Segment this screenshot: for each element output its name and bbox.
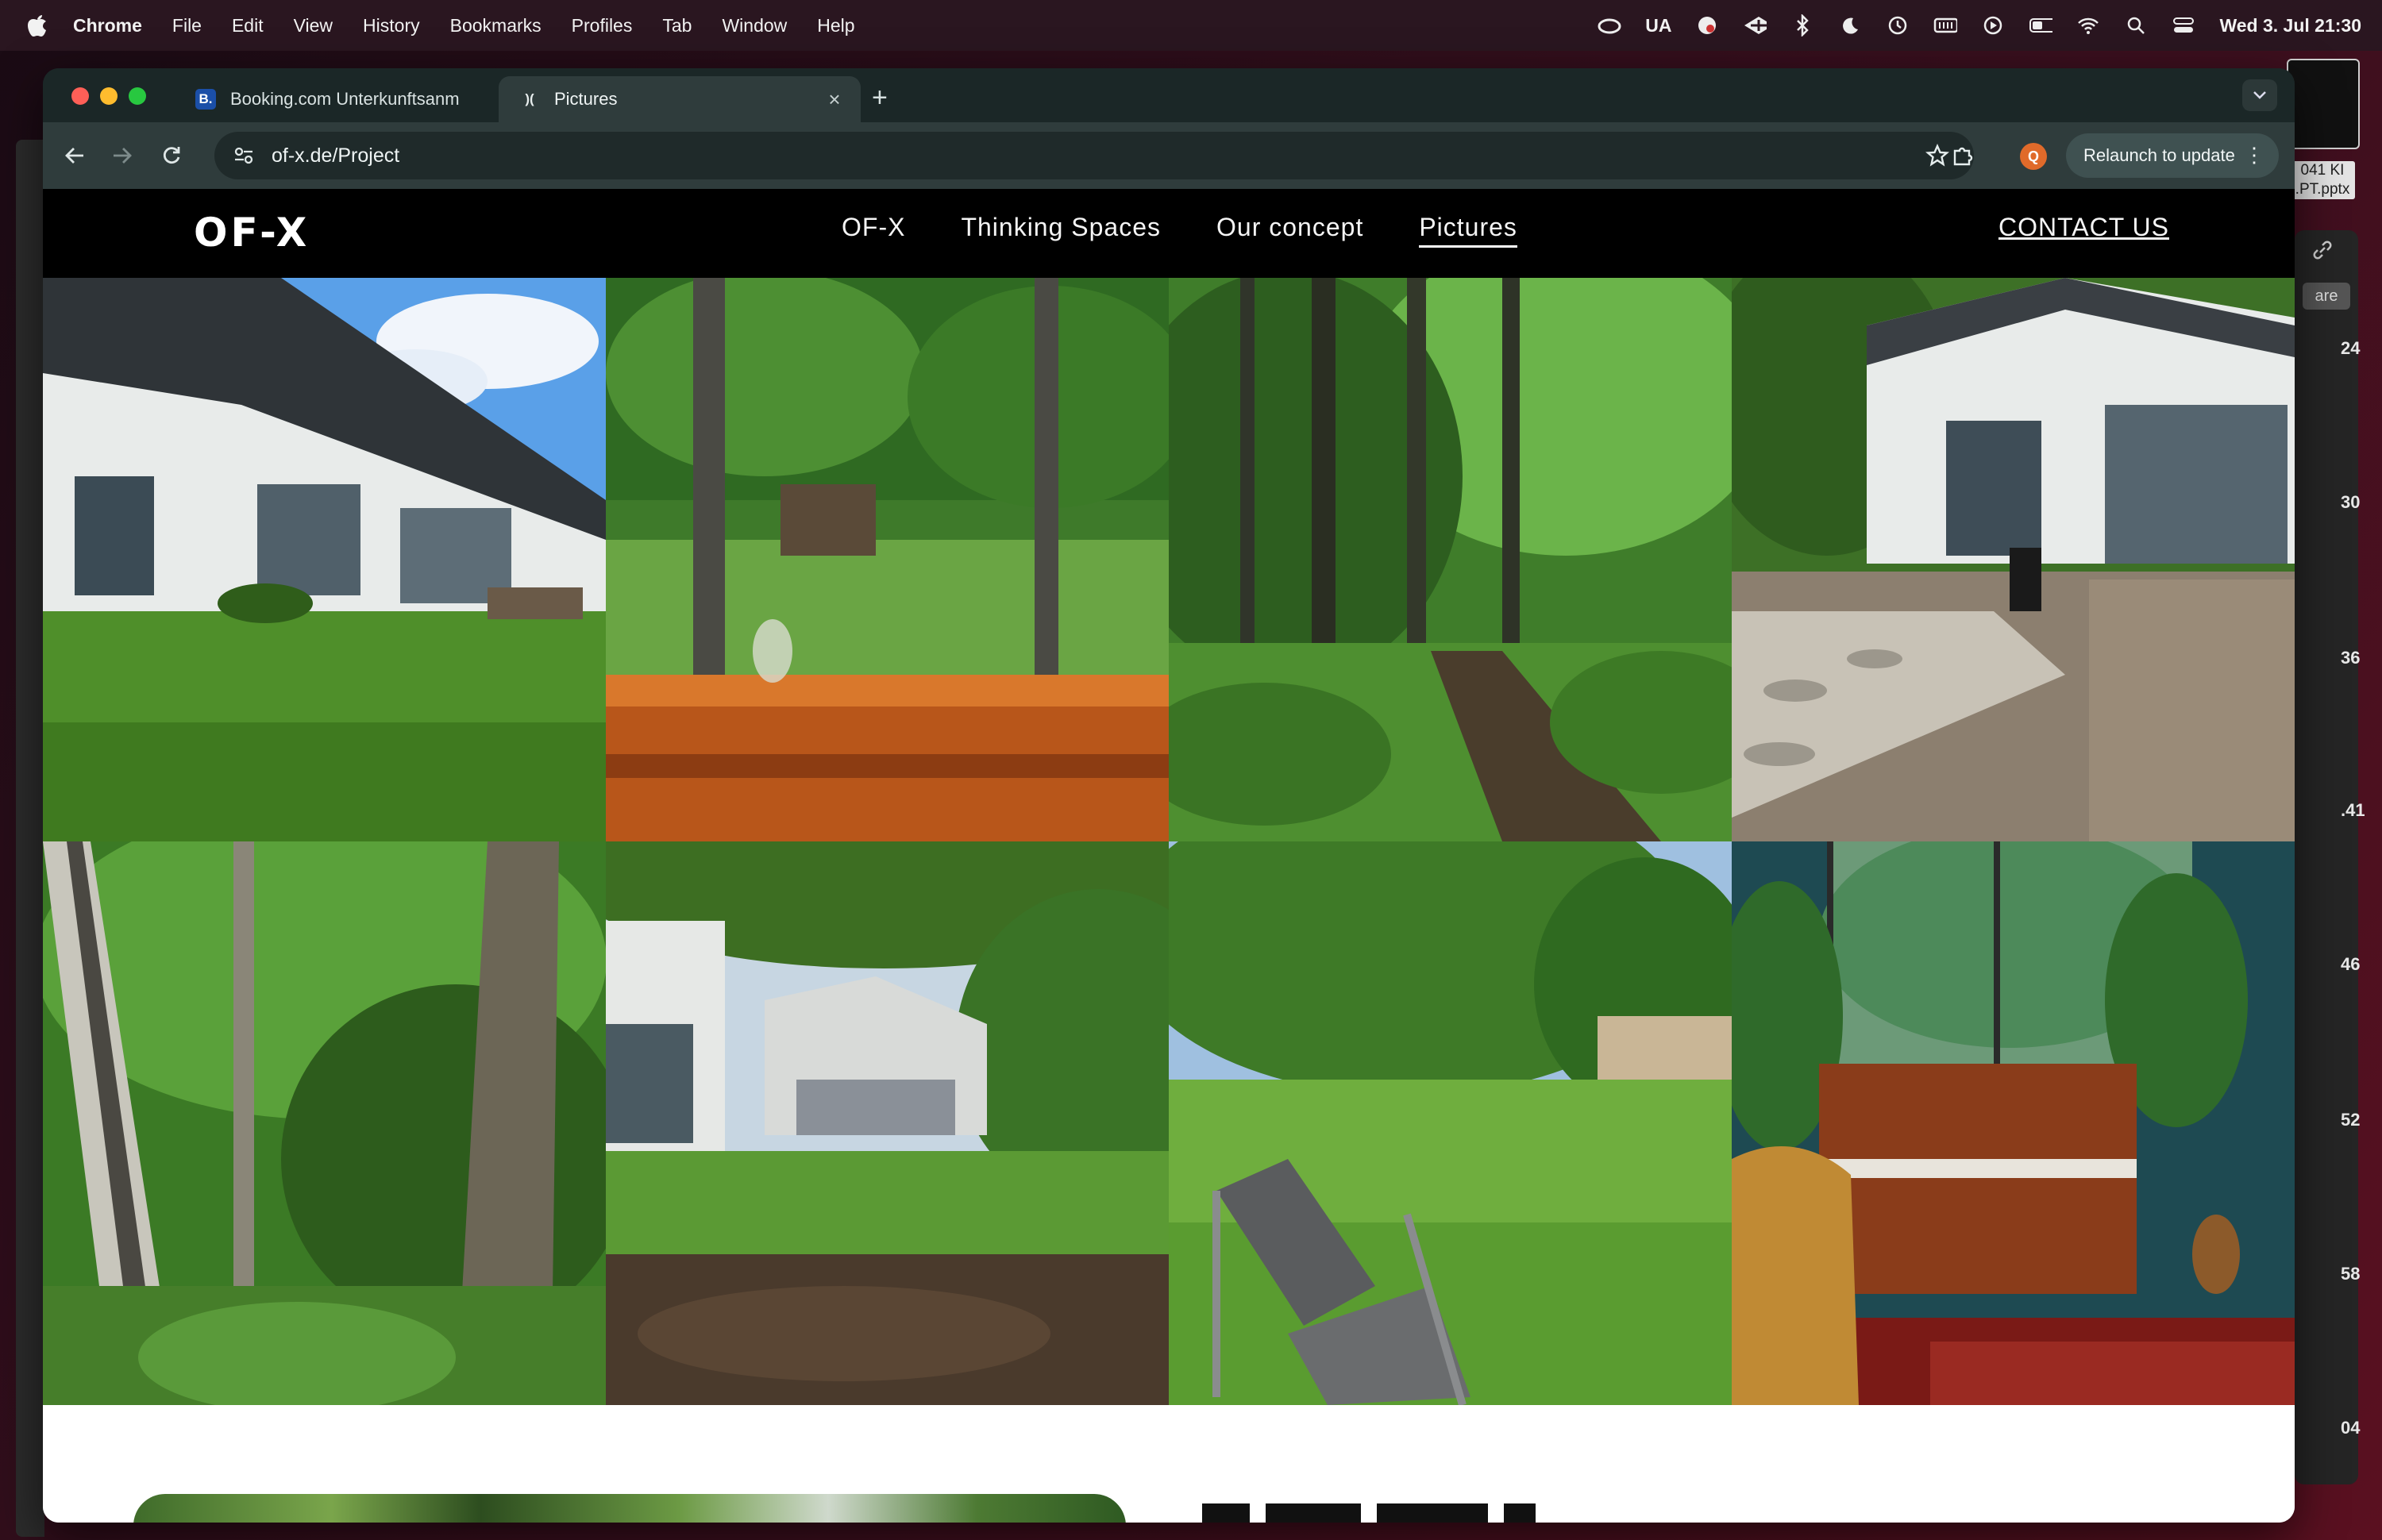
main-navigation: OF-X Thinking Spaces Our concept Picture… [842,213,1517,248]
new-tab-button[interactable]: + [872,83,888,114]
photo-gallery [43,278,2295,1405]
creative-cloud-icon[interactable] [1598,15,1621,36]
reload-icon [163,147,180,164]
close-window-button[interactable] [71,87,89,105]
web-page: OF-X OF-X Thinking Spaces Our concept Pi… [43,189,2295,1523]
site-info-icon[interactable] [232,144,256,167]
chevron-down-icon [2253,91,2266,99]
maximize-window-button[interactable] [129,87,146,105]
time-machine-icon[interactable] [1886,15,1910,36]
network-diamond-icon[interactable] [1743,15,1767,36]
file-label-line-1: 041 KI [2300,162,2345,179]
side-number: 58 [2341,1264,2361,1284]
menu-file[interactable]: File [172,15,202,37]
relaunch-to-update-button[interactable]: Relaunch to update ⋮ [2066,133,2279,178]
more-vert-icon[interactable]: ⋮ [2244,144,2264,165]
apple-icon[interactable] [25,13,49,37]
tab-booking[interactable]: B. Booking.com Unterkunftsanm × [175,76,532,122]
share-button[interactable]: are [2303,283,2350,310]
gallery-photo-lawn-swing[interactable] [1169,841,1732,1405]
menu-window[interactable]: Window [722,15,787,37]
gallery-photo-forest-path[interactable] [1169,278,1732,841]
browser-toolbar: of-x.de/Project Q Relaunch to update ⋮ [43,122,2295,189]
menu-app-name[interactable]: Chrome [73,15,142,37]
side-number: 24 [2341,338,2361,358]
extensions-puzzle-icon[interactable] [1947,140,1979,171]
desktop-file-thumbnail[interactable] [2287,59,2360,149]
background-app-strip: are 24 30 36 .41 46 52 58 04 [2295,230,2365,1484]
site-header: OF-X OF-X Thinking Spaces Our concept Pi… [43,189,2295,278]
nav-ofx[interactable]: OF-X [842,213,905,248]
menu-edit[interactable]: Edit [232,15,264,37]
tab-title: Booking.com Unterkunftsanm [230,89,460,109]
tab-pictures[interactable]: )( Pictures × [499,76,861,122]
relaunch-label: Relaunch to update [2083,145,2235,165]
nav-pictures[interactable]: Pictures [1419,213,1517,248]
gallery-photo-birch-forest[interactable] [43,841,606,1405]
side-number: 52 [2341,1110,2361,1130]
gallery-photo-house-lawn[interactable] [43,278,606,841]
close-tab-icon[interactable]: × [823,87,846,112]
desktop-file-label[interactable]: 041 KI .PT.pptx [2290,161,2355,199]
side-number: .41 [2341,800,2365,820]
control-center-icon[interactable] [2172,15,2195,36]
booking-favicon-icon: B. [195,89,216,110]
tab-title: Pictures [554,89,618,109]
tab-search-button[interactable] [2242,79,2277,111]
menu-tab[interactable]: Tab [662,15,692,37]
minimize-window-button[interactable] [100,87,118,105]
play-icon[interactable] [1981,15,2005,36]
back-button[interactable] [59,140,91,171]
content-section [43,1405,2295,1523]
menu-help[interactable]: Help [817,15,854,37]
ofx-logo[interactable]: OF-X [194,210,310,256]
link-icon [2311,238,2342,267]
ofx-favicon-icon: )( [525,91,534,106]
section-image [133,1494,1126,1523]
reload-button[interactable] [156,140,187,171]
file-label-line-2: .PT.pptx [2295,181,2350,198]
arrow-left-icon [65,148,83,164]
wifi-icon[interactable] [2076,15,2100,36]
menu-history[interactable]: History [363,15,420,37]
side-number: 36 [2341,648,2361,668]
moon-icon[interactable] [1838,15,1862,36]
gallery-photo-terrace[interactable] [1732,278,2295,841]
gallery-photo-piano-room[interactable] [1732,841,2295,1405]
vpn-icon[interactable] [1695,15,1719,36]
menubar-status-area: UA Wed 3. Jul 21:30 [1598,0,2361,51]
menubar-clock[interactable]: Wed 3. Jul 21:30 [2219,15,2361,37]
arrow-right-icon [114,148,132,164]
forward-button[interactable] [106,140,138,171]
side-number: 30 [2341,492,2361,512]
window-controls [71,87,146,105]
side-number: 04 [2341,1418,2361,1438]
address-bar[interactable]: of-x.de/Project [214,132,1974,179]
bluetooth-icon[interactable] [1790,14,1814,37]
contact-us-link[interactable]: CONTACT US [1998,213,2169,242]
gallery-photo-garden-house[interactable] [606,841,1169,1405]
profile-avatar[interactable]: Q [2020,143,2047,170]
memory-icon[interactable] [1933,15,1958,36]
menu-bookmarks[interactable]: Bookmarks [450,15,542,37]
macos-menubar: Chrome File Edit View History Bookmarks … [0,0,2382,51]
nav-thinking-spaces[interactable]: Thinking Spaces [961,213,1161,248]
chrome-window: B. Booking.com Unterkunftsanm × )( Pictu… [43,68,2295,1523]
keyboard-layout-indicator[interactable]: UA [1645,15,1671,37]
side-number: 46 [2341,954,2361,974]
section-heading-partial [1202,1484,1806,1523]
menu-view[interactable]: View [294,15,333,37]
battery-icon[interactable] [2029,15,2053,36]
tab-strip: B. Booking.com Unterkunftsanm × )( Pictu… [43,68,2295,122]
gallery-photo-window-view[interactable] [606,278,1169,841]
url-text[interactable]: of-x.de/Project [272,144,399,167]
nav-our-concept[interactable]: Our concept [1216,213,1363,248]
background-window [16,140,44,1537]
menu-profiles[interactable]: Profiles [572,15,633,37]
spotlight-search-icon[interactable] [2124,15,2148,36]
